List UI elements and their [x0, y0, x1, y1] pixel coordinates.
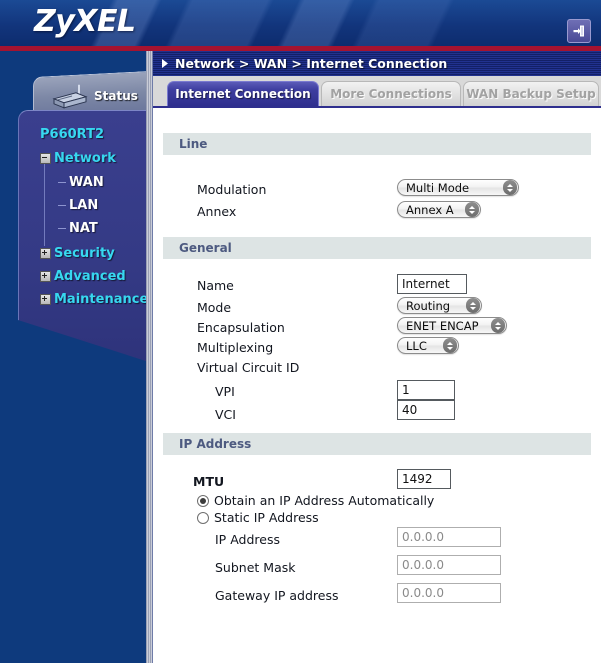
tab-label: Internet Connection [175, 87, 311, 101]
plus-icon[interactable] [40, 271, 51, 282]
sidebar-item-maintenance[interactable]: Maintenance [40, 292, 148, 307]
vpi-label: VPI [215, 384, 235, 399]
sidebar-item-label: NAT [69, 221, 98, 236]
sidebar-item-advanced[interactable]: Advanced [40, 269, 126, 284]
vci-label: VCI [215, 407, 236, 422]
radio-icon[interactable] [197, 511, 209, 524]
sidebar-item-label: Network [54, 151, 116, 166]
mtu-input[interactable] [397, 469, 451, 489]
ip-address-label: IP Address [215, 532, 280, 547]
sidebar-item-label: WAN [69, 175, 104, 190]
mode-select[interactable]: Routing [397, 297, 482, 314]
section-title: General [179, 241, 232, 255]
nav-tree-line [44, 154, 45, 246]
mode-value: Routing [406, 298, 451, 313]
tab-label: More Connections [330, 87, 452, 101]
sidebar-item-nat[interactable]: NAT [58, 221, 98, 236]
subnet-mask-input[interactable] [397, 555, 501, 575]
gateway-ip-address-label: Gateway IP address [215, 588, 339, 603]
breadcrumb: Network > WAN > Internet Connection [153, 51, 601, 77]
encapsulation-label: Encapsulation [197, 320, 285, 335]
plus-icon[interactable] [40, 248, 51, 259]
sidebar-item-lan[interactable]: LAN [58, 198, 98, 213]
encapsulation-value: ENET ENCAP [406, 318, 479, 333]
breadcrumb-text: Network > WAN > Internet Connection [175, 56, 448, 71]
chevron-updown-icon [466, 298, 480, 313]
tab-bar: Internet Connection More Connections WAN… [153, 76, 601, 106]
breadcrumb-arrow-icon [162, 59, 168, 68]
tree-branch-icon [58, 205, 66, 206]
annex-label: Annex [197, 204, 237, 219]
tree-branch-icon [58, 182, 66, 183]
status-tab-label: Status [94, 88, 138, 103]
radio-label: Obtain an IP Address Automatically [214, 493, 435, 508]
radio-obtain-ip-automatically[interactable]: Obtain an IP Address Automatically [197, 493, 434, 508]
tab-label: WAN Backup Setup [466, 87, 596, 101]
section-title: Line [179, 137, 208, 151]
sidebar-item-label: Maintenance [54, 292, 149, 307]
plus-icon[interactable] [40, 294, 51, 305]
name-label: Name [197, 278, 234, 293]
ip-address-input[interactable] [397, 527, 501, 547]
tree-branch-icon [58, 228, 66, 229]
subnet-mask-label: Subnet Mask [215, 560, 296, 575]
section-header-line: Line [163, 133, 591, 156]
multiplexing-select[interactable]: LLC [397, 337, 459, 354]
sidebar-panel [18, 110, 152, 363]
annex-value: Annex A [406, 202, 454, 217]
top-banner: ZyXEL [0, 0, 601, 46]
name-input[interactable] [397, 274, 467, 294]
radio-icon[interactable] [197, 494, 209, 507]
section-header-ip-address: IP Address [163, 433, 591, 456]
mode-label: Mode [197, 300, 232, 315]
router-config-page: ZyXEL Status P660RT2 Network WAN LAN NAT… [0, 0, 601, 663]
multiplexing-label: Multiplexing [197, 340, 274, 355]
chevron-updown-icon [503, 180, 517, 195]
form-panel: Line Modulation Multi Mode Annex Annex A… [153, 106, 601, 663]
logout-icon [573, 25, 584, 37]
radio-label: Static IP Address [214, 510, 319, 525]
minus-icon[interactable] [40, 153, 51, 164]
section-title: IP Address [179, 437, 252, 451]
vci-input[interactable] [397, 400, 455, 420]
sidebar-item-label: LAN [69, 198, 99, 213]
section-header-general: General [163, 237, 591, 260]
sidebar-item-security[interactable]: Security [40, 246, 115, 261]
modulation-label: Modulation [197, 182, 267, 197]
virtual-circuit-id-label: Virtual Circuit ID [197, 360, 300, 375]
sidebar-item-network[interactable]: Network [40, 151, 116, 166]
modulation-value: Multi Mode [406, 180, 470, 195]
chevron-updown-icon [443, 338, 457, 353]
gateway-ip-address-input[interactable] [397, 583, 501, 603]
tab-wan-backup-setup[interactable]: WAN Backup Setup [463, 81, 599, 106]
modulation-select[interactable]: Multi Mode [397, 179, 519, 196]
sidebar-item-label: Security [54, 246, 115, 261]
encapsulation-select[interactable]: ENET ENCAP [397, 317, 507, 334]
mtu-label: MTU [193, 474, 225, 489]
radio-static-ip-address[interactable]: Static IP Address [197, 510, 319, 525]
zyxel-logo: ZyXEL [34, 4, 136, 39]
main-content: Network > WAN > Internet Connection Inte… [152, 51, 601, 663]
device-model-label: P660RT2 [40, 127, 105, 142]
chevron-updown-icon [465, 202, 479, 217]
logout-button[interactable] [567, 19, 591, 43]
sidebar-item-label: Advanced [54, 269, 126, 284]
vpi-input[interactable] [397, 380, 455, 400]
annex-select[interactable]: Annex A [397, 201, 481, 218]
chevron-updown-icon [491, 318, 505, 333]
sidebar-item-wan[interactable]: WAN [58, 175, 104, 190]
tab-internet-connection[interactable]: Internet Connection [167, 81, 319, 106]
multiplexing-value: LLC [406, 338, 427, 353]
router-icon [52, 84, 88, 109]
tab-more-connections[interactable]: More Connections [321, 81, 461, 106]
